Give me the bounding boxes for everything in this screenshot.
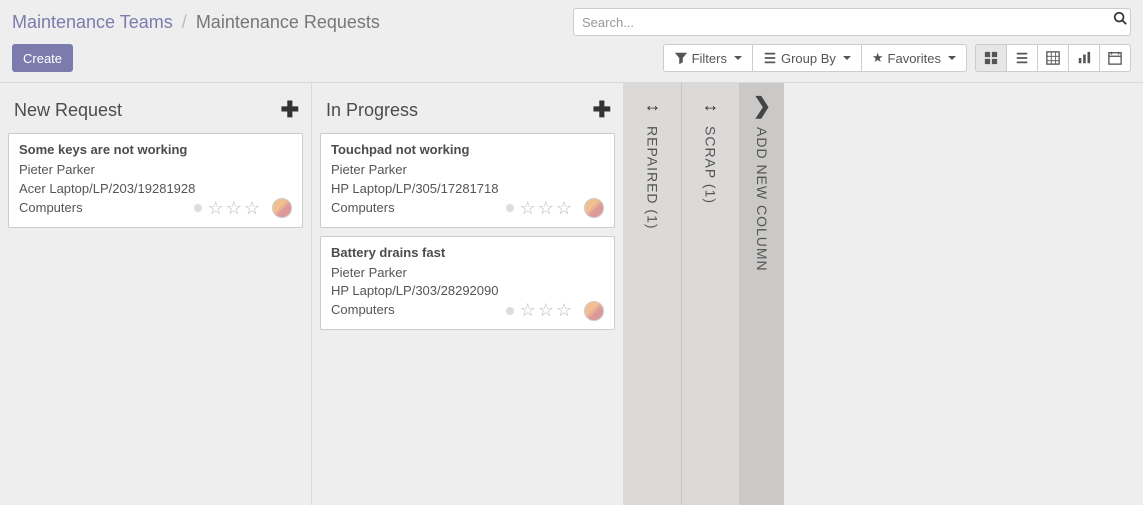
star-icon: ☆ <box>520 198 536 219</box>
avatar[interactable] <box>584 198 604 218</box>
filters-button[interactable]: Filters <box>663 44 753 72</box>
pivot-view-button[interactable] <box>1037 44 1069 72</box>
status-dot[interactable] <box>506 204 514 212</box>
status-dot[interactable] <box>506 307 514 315</box>
add-card-icon[interactable]: ✚ <box>593 97 611 123</box>
star-icon: ★ <box>872 50 884 66</box>
favorites-button[interactable]: ★ Favorites <box>861 44 967 72</box>
card-person: Pieter Parker <box>19 161 292 180</box>
graph-view-button[interactable] <box>1068 44 1100 72</box>
kanban-view-button[interactable] <box>975 44 1007 72</box>
card-title: Some keys are not working <box>19 142 292 157</box>
calendar-icon <box>1108 51 1122 65</box>
add-column-button[interactable]: ❯ ADD NEW COLUMN <box>740 83 784 505</box>
star-icon: ☆ <box>244 198 260 219</box>
breadcrumb-parent[interactable]: Maintenance Teams <box>12 12 173 32</box>
kanban-column-in-progress: In Progress ✚ Touchpad not working Piete… <box>312 83 624 505</box>
kanban-card[interactable]: Touchpad not working Pieter Parker HP La… <box>320 133 615 228</box>
breadcrumb: Maintenance Teams / Maintenance Requests <box>12 12 380 33</box>
priority-stars[interactable]: ☆ ☆ ☆ <box>208 198 260 219</box>
list-icon <box>763 51 777 65</box>
card-asset: HP Laptop/LP/305/17281718 <box>331 180 604 199</box>
list-view-button[interactable] <box>1006 44 1038 72</box>
chevron-right-icon: ❯ <box>753 93 771 119</box>
filters-label: Filters <box>692 51 727 66</box>
card-asset: HP Laptop/LP/303/28292090 <box>331 282 604 301</box>
kanban-column-folded-scrap[interactable]: ↔ SCRAP (1) <box>682 83 740 505</box>
search-icon[interactable] <box>1113 11 1127 29</box>
kanban-card[interactable]: Battery drains fast Pieter Parker HP Lap… <box>320 236 615 331</box>
caret-down-icon <box>734 56 742 60</box>
star-icon: ☆ <box>520 300 536 321</box>
status-dot[interactable] <box>194 204 202 212</box>
filter-group: Filters Group By ★ Favorites <box>663 44 967 72</box>
kanban-icon <box>984 51 998 65</box>
kanban-column-folded-repaired[interactable]: ↔ REPAIRED (1) <box>624 83 682 505</box>
column-title: In Progress <box>326 100 418 121</box>
star-icon: ☆ <box>556 198 572 219</box>
card-title: Touchpad not working <box>331 142 604 157</box>
breadcrumb-current: Maintenance Requests <box>196 12 380 32</box>
star-icon: ☆ <box>538 300 554 321</box>
column-title: New Request <box>14 100 122 121</box>
create-button[interactable]: Create <box>12 44 73 72</box>
board-empty-space <box>784 83 1143 505</box>
kanban-column-new-request: New Request ✚ Some keys are not working … <box>0 83 312 505</box>
kanban-card[interactable]: Some keys are not working Pieter Parker … <box>8 133 303 228</box>
avatar[interactable] <box>272 198 292 218</box>
star-icon: ☆ <box>556 300 572 321</box>
priority-stars[interactable]: ☆ ☆ ☆ <box>520 300 572 321</box>
card-person: Pieter Parker <box>331 161 604 180</box>
kanban-board: New Request ✚ Some keys are not working … <box>0 83 1143 505</box>
star-icon: ☆ <box>226 198 242 219</box>
folded-column-label: SCRAP (1) <box>703 126 719 204</box>
list-icon <box>1015 51 1029 65</box>
caret-down-icon <box>948 56 956 60</box>
calendar-view-button[interactable] <box>1099 44 1131 72</box>
groupby-button[interactable]: Group By <box>752 44 862 72</box>
caret-down-icon <box>843 56 851 60</box>
star-icon: ☆ <box>538 198 554 219</box>
star-icon: ☆ <box>208 198 224 219</box>
favorites-label: Favorites <box>888 51 941 66</box>
card-title: Battery drains fast <box>331 245 604 260</box>
search-input[interactable] <box>573 8 1131 36</box>
avatar[interactable] <box>584 301 604 321</box>
card-person: Pieter Parker <box>331 264 604 283</box>
breadcrumb-sep: / <box>182 12 187 32</box>
filter-icon <box>674 51 688 65</box>
add-card-icon[interactable]: ✚ <box>281 97 299 123</box>
expand-icon: ↔ <box>644 95 662 116</box>
add-column-label: ADD NEW COLUMN <box>754 127 770 272</box>
bar-chart-icon <box>1077 51 1091 65</box>
card-asset: Acer Laptop/LP/203/19281928 <box>19 180 292 199</box>
groupby-label: Group By <box>781 51 836 66</box>
table-icon <box>1046 51 1060 65</box>
expand-icon: ↔ <box>702 95 720 116</box>
folded-column-label: REPAIRED (1) <box>645 126 661 230</box>
priority-stars[interactable]: ☆ ☆ ☆ <box>520 198 572 219</box>
view-switcher <box>975 44 1131 72</box>
